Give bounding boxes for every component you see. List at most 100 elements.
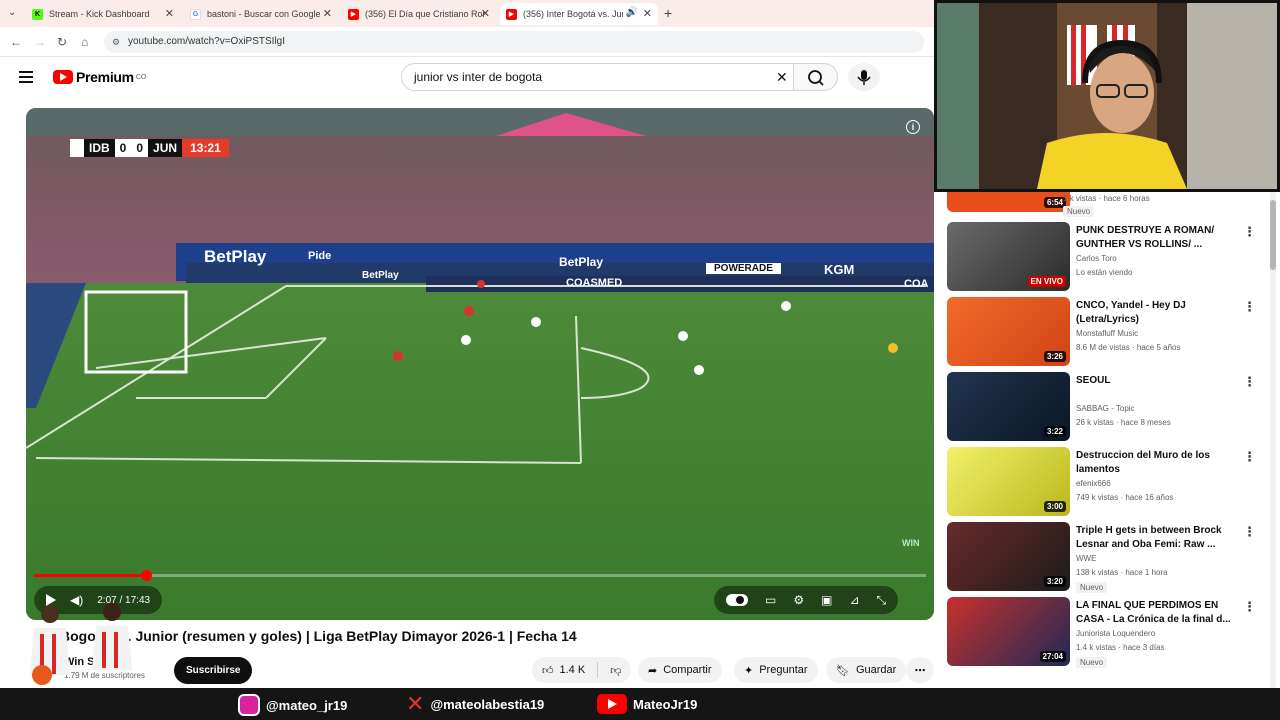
video-title[interactable]: Destruccion del Muro de los lamentos — [1076, 449, 1246, 477]
tab-google[interactable]: G bastoni - Buscar con Google ✕ — [184, 3, 338, 25]
ask-button[interactable]: ✦ Preguntar — [734, 657, 818, 683]
channel-name[interactable]: Juniorista Loquendero — [1076, 629, 1155, 638]
channel-watermark: WIN — [902, 538, 920, 548]
autoplay-toggle[interactable] — [726, 594, 748, 606]
video-title[interactable]: SEOUL — [1076, 374, 1246, 388]
channel-name[interactable]: SABBAG - Topic — [1076, 404, 1135, 413]
country-code: CO — [135, 73, 147, 81]
thumbs-down-icon[interactable]: 👎︎ — [610, 664, 621, 677]
youtube-premium-logo[interactable]: Premium CO — [53, 69, 146, 85]
related-video-item[interactable]: EN VIVO PUNK DESTRUYE A ROMAN/ GUNTHER VS… — [947, 222, 1272, 292]
scoreboard: IDB 0 0 JUN 13:21 — [70, 139, 229, 157]
video-title[interactable]: CNCO, Yandel - Hey DJ (Letra/Lyrics) — [1076, 299, 1246, 327]
video-title[interactable]: Triple H gets in between Brock Lesnar an… — [1076, 524, 1246, 552]
related-video-item[interactable]: 3:00 Destruccion del Muro de los lamentos… — [947, 447, 1272, 517]
x-text: @mateolabestia19 — [430, 696, 545, 712]
like-count: 1.4 K — [559, 664, 586, 676]
video-thumbnail[interactable]: 3:20 — [947, 522, 1070, 591]
video-title[interactable]: PUNK DESTRUYE A ROMAN/ GUNTHER VS ROLLIN… — [1076, 224, 1246, 252]
subscribe-button[interactable]: Suscribirse — [174, 657, 253, 684]
fullscreen-icon[interactable]: ⤡ — [877, 593, 887, 608]
voice-search-button[interactable] — [848, 63, 880, 91]
video-frame — [26, 108, 934, 620]
speaker-icon[interactable]: 🔊 — [626, 7, 638, 18]
like-button[interactable]: 👍︎ 1.4 K 👎︎ — [532, 657, 632, 683]
video-thumbnail[interactable]: EN VIVO — [947, 222, 1070, 291]
partial-thumbnail[interactable]: 6:54 — [947, 192, 1070, 212]
tab-title: (356) Inter Bogotá vs. Junio — [523, 9, 623, 19]
new-badge: Nuevo — [1063, 206, 1095, 217]
back-icon[interactable]: ← — [10, 35, 22, 49]
away-team: JUN — [148, 139, 183, 157]
channel-name[interactable]: efenix666 — [1076, 479, 1111, 488]
tab-youtube-cristiano[interactable]: ▶ (356) El Día que Cristiano Ron ✕ — [342, 3, 496, 25]
more-options-icon[interactable]: ⋮ — [1243, 524, 1256, 540]
new-badge: Nuevo — [1076, 582, 1108, 593]
site-info-icon[interactable]: ⚙ — [112, 31, 120, 53]
video-title[interactable]: LA FINAL QUE PERDIMOS EN CASA - La Cróni… — [1076, 599, 1246, 627]
video-duration: EN VIVO — [1027, 276, 1066, 287]
search-button[interactable] — [794, 63, 838, 91]
forward-icon[interactable]: → — [34, 35, 46, 49]
video-thumbnail[interactable]: 3:00 — [947, 447, 1070, 516]
channel-name[interactable]: WWE — [1076, 554, 1096, 563]
menu-icon[interactable] — [19, 71, 33, 83]
more-options-icon[interactable]: ⋮ — [1243, 449, 1256, 465]
more-icon: ⋯ — [914, 664, 926, 677]
sidebar-scrollbar[interactable] — [1270, 192, 1276, 688]
share-button[interactable]: ➦ Compartir — [638, 657, 722, 683]
video-meta: 1 k vistas · hace 6 horas — [1063, 194, 1150, 203]
url-field[interactable]: ⚙ youtube.com/watch?v=OxiPSTSIlgI — [104, 31, 924, 53]
more-actions-button[interactable]: ⋯ — [906, 657, 934, 683]
video-thumbnail[interactable]: 27:04 — [947, 597, 1070, 666]
tab-kick[interactable]: K Stream - Kick Dashboard ✕ — [26, 3, 180, 25]
share-label: Compartir — [663, 664, 712, 676]
clear-search-icon[interactable]: ✕ — [776, 64, 788, 90]
webcam-overlay — [934, 0, 1280, 192]
scrollbar-thumb[interactable] — [1270, 200, 1276, 270]
settings-icon[interactable]: ⚙ — [793, 593, 804, 607]
youtube-handle: MateoJr19 — [597, 694, 697, 714]
close-icon[interactable]: ✕ — [643, 7, 652, 20]
streamer-avatar-overlay — [14, 600, 144, 690]
related-video-item[interactable]: 3:22 SEOUL SABBAG - Topic 26 k vistas · hac… — [947, 372, 1272, 442]
webcam-feed — [937, 3, 1277, 189]
more-options-icon[interactable]: ⋮ — [1243, 299, 1256, 315]
video-player[interactable]: IDB 0 0 JUN 13:21 BetPlay Pide BetPlay B… — [26, 108, 934, 620]
tab-youtube-inter-junior[interactable]: ▶ (356) Inter Bogotá vs. Junio 🔊 ✕ — [500, 3, 658, 25]
browser-tab-bar: ⌄ K Stream - Kick Dashboard ✕ G bastoni … — [0, 0, 934, 27]
miniplayer-icon[interactable]: ▣ — [821, 593, 832, 607]
video-duration: 27:04 — [1039, 651, 1066, 662]
instagram-handle: @mateo_jr19 — [238, 694, 347, 716]
search-input[interactable]: junior vs inter de bogota ✕ — [401, 63, 794, 91]
progress-bar[interactable] — [34, 570, 926, 581]
related-video-item[interactable]: 3:20 Triple H gets in between Brock Lesna… — [947, 522, 1272, 593]
share-icon: ➦ — [648, 664, 658, 677]
channel-name[interactable]: Monstafluff Music — [1076, 329, 1138, 338]
new-tab-icon[interactable]: + — [664, 5, 672, 21]
ad-board: BetPlay — [559, 255, 604, 269]
close-icon[interactable]: ✕ — [481, 7, 490, 20]
video-thumbnail[interactable]: 3:22 — [947, 372, 1070, 441]
reload-icon[interactable]: ↻ — [57, 35, 67, 49]
channel-name[interactable]: Carlos Toro — [1076, 254, 1117, 263]
ad-board: BetPlay — [362, 270, 399, 281]
ad-board: COASMED — [566, 277, 623, 289]
more-options-icon[interactable]: ⋮ — [1243, 224, 1256, 240]
related-video-item[interactable]: 27:04 LA FINAL QUE PERDIMOS EN CASA - La … — [947, 597, 1272, 668]
home-icon[interactable]: ⌂ — [81, 35, 88, 49]
video-thumbnail[interactable]: 3:26 — [947, 297, 1070, 366]
subtitles-icon[interactable]: ▭ — [765, 593, 776, 607]
close-icon[interactable]: ✕ — [165, 7, 174, 20]
related-video-item[interactable]: 3:26 CNCO, Yandel - Hey DJ (Letra/Lyrics)… — [947, 297, 1272, 367]
save-button[interactable]: 🔖︎ Guardar — [826, 657, 907, 683]
close-icon[interactable]: ✕ — [323, 7, 332, 20]
info-icon[interactable]: i — [906, 120, 920, 134]
cast-icon[interactable]: ⊿ — [849, 593, 859, 607]
more-options-icon[interactable]: ⋮ — [1243, 599, 1256, 615]
away-score: 0 — [131, 139, 149, 157]
new-badge: Nuevo — [1076, 657, 1108, 668]
tab-list-icon[interactable]: ⌄ — [8, 7, 16, 18]
more-options-icon[interactable]: ⋮ — [1243, 374, 1256, 390]
youtube-logo-icon — [53, 70, 73, 84]
